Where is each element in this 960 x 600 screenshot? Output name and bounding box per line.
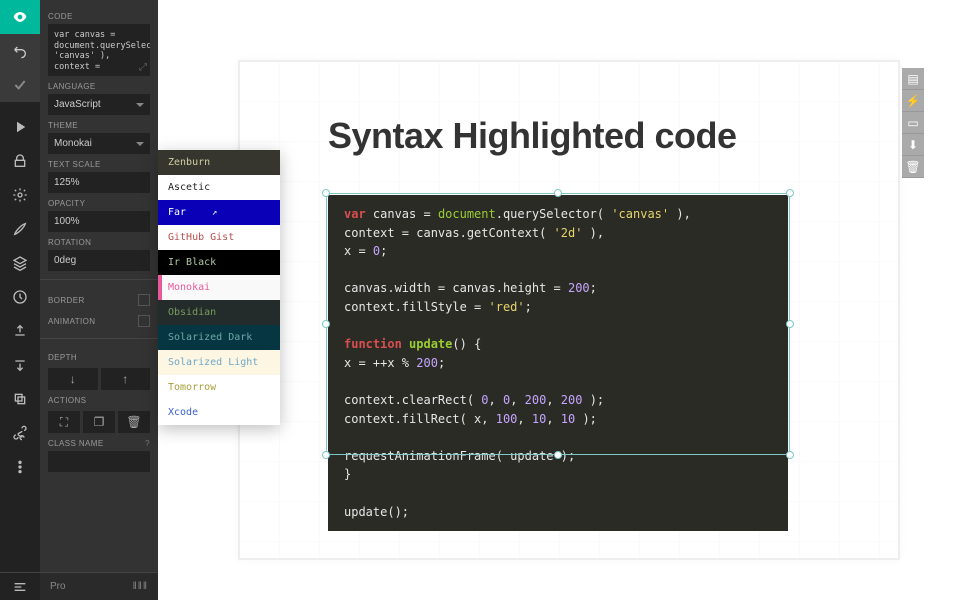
label-rotation: ROTATION bbox=[48, 238, 150, 247]
theme-option[interactable]: Monokai bbox=[158, 275, 280, 300]
tool-rail bbox=[0, 0, 40, 600]
label-border: BORDER bbox=[48, 296, 85, 305]
label-code: CODE bbox=[48, 12, 150, 21]
theme-option[interactable]: Zenburn bbox=[158, 150, 280, 175]
animation-checkbox[interactable] bbox=[138, 315, 150, 327]
action-trash-button[interactable]: 🗑 bbox=[118, 411, 150, 433]
play-button[interactable] bbox=[0, 110, 40, 144]
slide-tool-trash-icon[interactable]: 🗑 bbox=[902, 156, 924, 178]
pro-badge[interactable]: Pro bbox=[50, 581, 66, 592]
undo-button[interactable] bbox=[0, 34, 40, 68]
selection-handle[interactable] bbox=[786, 189, 794, 197]
label-classname: CLASS NAME bbox=[48, 439, 104, 448]
classname-help[interactable]: ? bbox=[145, 439, 150, 448]
depth-up-button[interactable]: ↑ bbox=[101, 368, 151, 390]
theme-option[interactable]: Tomorrow bbox=[158, 375, 280, 400]
slide-tool-grid-icon[interactable]: ▤ bbox=[902, 68, 924, 90]
language-select[interactable]: JavaScript bbox=[48, 94, 150, 115]
slide-tool-book-icon[interactable]: ▭ bbox=[902, 112, 924, 134]
slide-tools: ▤ ⚡ ▭ ⬇ 🗑 bbox=[902, 68, 924, 178]
selection-handle[interactable] bbox=[322, 451, 330, 459]
slide-tool-download-icon[interactable]: ⬇ bbox=[902, 134, 924, 156]
code-block[interactable]: var canvas = document.querySelector( 'ca… bbox=[328, 195, 788, 531]
selection-handle[interactable] bbox=[554, 189, 562, 197]
preview-button[interactable] bbox=[0, 0, 40, 34]
depth-down-button[interactable]: ↓ bbox=[48, 368, 98, 390]
theme-option[interactable]: GitHub Gist bbox=[158, 225, 280, 250]
share-button[interactable] bbox=[0, 416, 40, 450]
lock-button[interactable] bbox=[0, 144, 40, 178]
theme-select[interactable]: Monokai bbox=[48, 133, 150, 154]
properties-panel: CODE var canvas = document.querySelector… bbox=[40, 0, 158, 600]
selection-handle[interactable] bbox=[786, 320, 794, 328]
rotation-input[interactable] bbox=[48, 250, 150, 271]
theme-option[interactable]: Ascetic bbox=[158, 175, 280, 200]
opacity-input[interactable] bbox=[48, 211, 150, 232]
label-opacity: OPACITY bbox=[48, 199, 150, 208]
border-checkbox[interactable] bbox=[138, 294, 150, 306]
approve-button[interactable] bbox=[0, 68, 40, 102]
selection-handle[interactable] bbox=[322, 320, 330, 328]
selection-handle[interactable] bbox=[786, 451, 794, 459]
history-button[interactable] bbox=[0, 280, 40, 314]
label-animation: ANIMATION bbox=[48, 317, 95, 326]
theme-option[interactable]: Xcode bbox=[158, 400, 280, 425]
selection-handle[interactable] bbox=[322, 189, 330, 197]
classname-input[interactable] bbox=[48, 451, 150, 472]
more-button[interactable] bbox=[0, 450, 40, 484]
brush-button[interactable] bbox=[0, 212, 40, 246]
insert-below-button[interactable] bbox=[0, 348, 40, 382]
panel-footer: Pro ǁǁǁ bbox=[40, 572, 158, 600]
label-text-scale: TEXT SCALE bbox=[48, 160, 150, 169]
equalizer-icon[interactable]: ǁǁǁ bbox=[133, 581, 148, 592]
label-actions: ACTIONS bbox=[48, 396, 150, 405]
label-language: LANGUAGE bbox=[48, 82, 150, 91]
layers-button[interactable] bbox=[0, 246, 40, 280]
slide-tool-flash-icon[interactable]: ⚡ bbox=[902, 90, 924, 112]
insert-above-button[interactable] bbox=[0, 314, 40, 348]
theme-option[interactable]: Ir Black bbox=[158, 250, 280, 275]
duplicate-button[interactable] bbox=[0, 382, 40, 416]
selection-handle[interactable] bbox=[554, 451, 562, 459]
slide-title[interactable]: Syntax Highlighted code bbox=[328, 115, 737, 157]
theme-option[interactable]: Far bbox=[158, 200, 280, 225]
settings-button[interactable] bbox=[0, 178, 40, 212]
theme-dropdown[interactable]: ZenburnAsceticFarGitHub GistIr BlackMono… bbox=[158, 150, 280, 425]
theme-option[interactable]: Solarized Light bbox=[158, 350, 280, 375]
label-depth: DEPTH bbox=[48, 353, 150, 362]
action-copy-button[interactable]: ❐ bbox=[83, 411, 115, 433]
theme-option[interactable]: Solarized Dark bbox=[158, 325, 280, 350]
action-fullscreen-button[interactable]: ⛶ bbox=[48, 411, 80, 433]
theme-option[interactable]: Obsidian bbox=[158, 300, 280, 325]
text-scale-input[interactable] bbox=[48, 172, 150, 193]
menu-button[interactable] bbox=[0, 572, 40, 600]
label-theme: THEME bbox=[48, 121, 150, 130]
code-textarea[interactable]: var canvas = document.querySelector( 'ca… bbox=[48, 24, 150, 76]
